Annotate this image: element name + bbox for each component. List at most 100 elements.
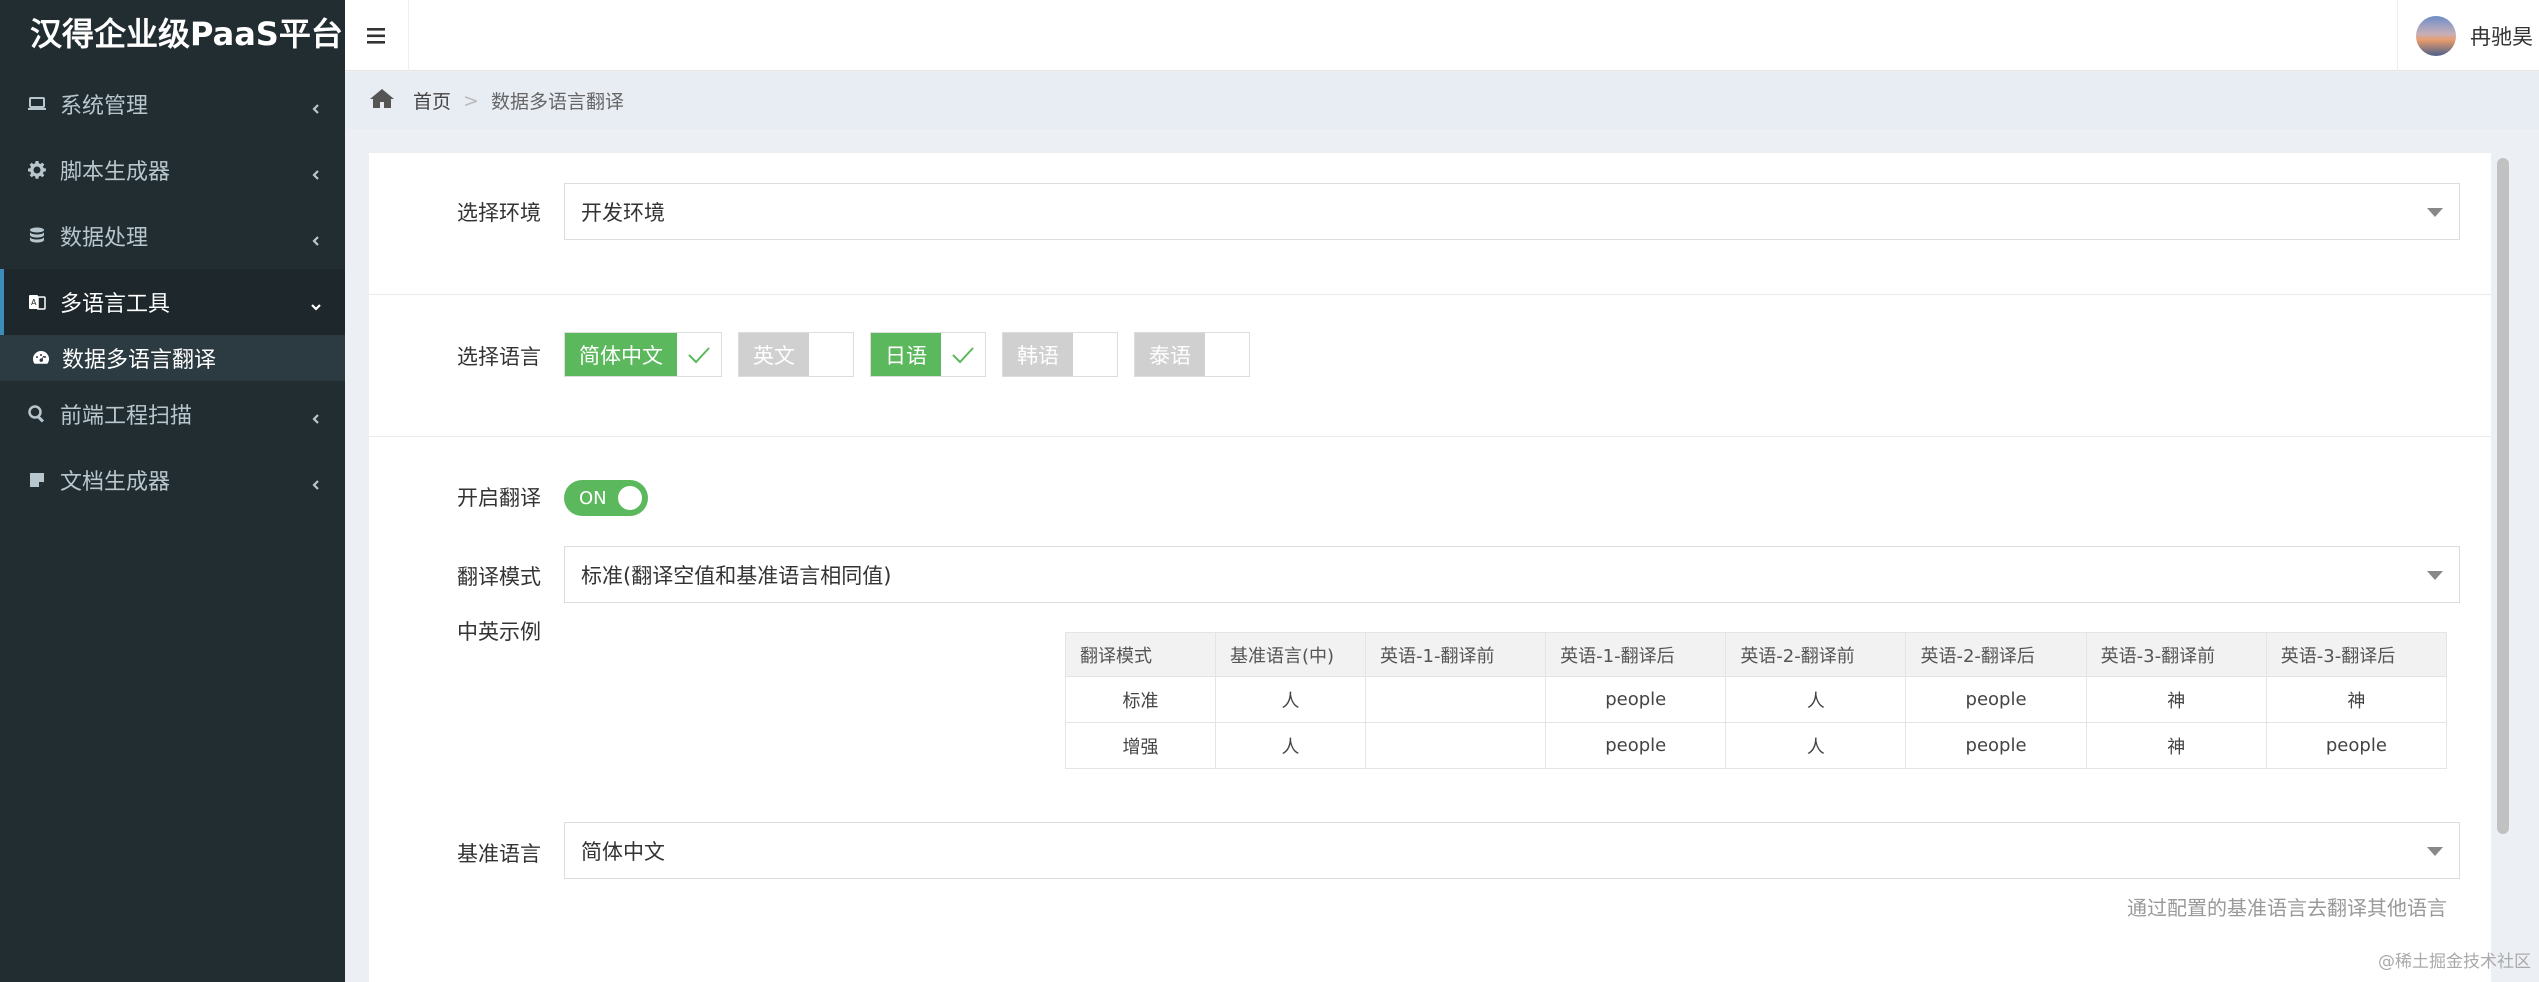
chevron-left-icon <box>309 97 323 114</box>
env-section: 选择环境 开发环境 <box>369 153 2491 295</box>
table-cell: 人 <box>1725 676 1907 723</box>
breadcrumb-separator: > <box>463 89 479 112</box>
sidebar: 汉得企业级PaaS平台 系统管理 脚本生成器 数据处理 A 多语言工具 数据多语… <box>0 0 345 982</box>
table-header-row: 翻译模式 基准语言(中) 英语-1-翻译前 英语-1-翻译后 英语-2-翻译前 … <box>1065 632 2448 677</box>
table-cell: people <box>1545 722 1727 769</box>
sidebar-item-frontend-scan[interactable]: 前端工程扫描 <box>0 381 345 447</box>
sidebar-item-system-management[interactable]: 系统管理 <box>0 71 345 137</box>
empty-check-box <box>1073 333 1117 376</box>
breadcrumb-current: 数据多语言翻译 <box>490 91 624 113</box>
language-checkbox-group: 简体中文 英文 日语 韩语 泰语 <box>564 332 1266 377</box>
table-header: 英语-2-翻译前 <box>1725 632 1907 677</box>
search-icon <box>26 403 48 425</box>
translate-label: 开启翻译 <box>457 486 541 510</box>
watermark: @稀土掘金技术社区 <box>2378 952 2531 972</box>
lang-option-label: 简体中文 <box>565 333 677 376</box>
sidebar-item-data-processing[interactable]: 数据处理 <box>0 203 345 269</box>
sidebar-item-label: 文档生成器 <box>60 470 171 495</box>
table-header: 英语-3-翻译前 <box>2085 632 2267 677</box>
chevron-left-icon <box>309 163 323 180</box>
user-menu[interactable]: 冉驰昊 <box>2397 0 2539 71</box>
lang-option-label: 日语 <box>871 333 941 376</box>
lang-option-ko[interactable]: 韩语 <box>1002 332 1118 377</box>
mode-label: 翻译模式 <box>457 565 541 589</box>
table-header: 英语-1-翻译后 <box>1545 632 1727 677</box>
table-cell: people <box>1905 676 2087 723</box>
table-cell: people <box>1905 722 2087 769</box>
chevron-left-icon <box>309 407 323 424</box>
gear-icon <box>26 159 48 181</box>
lang-option-th[interactable]: 泰语 <box>1134 332 1250 377</box>
example-label: 中英示例 <box>457 620 541 644</box>
example-table: 翻译模式 基准语言(中) 英语-1-翻译前 英语-1-翻译后 英语-2-翻译前 … <box>1065 632 2448 769</box>
database-icon <box>26 225 48 247</box>
dashboard-icon <box>30 347 52 369</box>
table-cell: 人 <box>1725 722 1907 769</box>
username: 冉驰昊 <box>2470 24 2533 49</box>
sidebar-toggle-button[interactable] <box>345 0 409 71</box>
toggle-knob <box>618 486 642 510</box>
table-row: 标准 人 people 人 people 神 神 <box>1065 676 2448 723</box>
lang-option-en[interactable]: 英文 <box>738 332 854 377</box>
chevron-left-icon <box>309 473 323 490</box>
table-cell <box>1364 722 1547 769</box>
table-cell: 神 <box>2085 676 2267 723</box>
sidebar-item-script-generator[interactable]: 脚本生成器 <box>0 137 345 203</box>
table-header: 翻译模式 <box>1065 632 1216 677</box>
env-select[interactable]: 开发环境 <box>564 183 2460 240</box>
mode-select[interactable]: 标准(翻译空值和基准语言相同值) <box>564 546 2460 603</box>
home-icon[interactable] <box>369 87 395 114</box>
sidebar-item-data-translation[interactable]: 数据多语言翻译 <box>0 335 345 381</box>
avatar <box>2416 15 2456 56</box>
table-cell <box>1364 676 1547 723</box>
chevron-down-icon <box>309 295 323 311</box>
mode-select-value: 标准(翻译空值和基准语言相同值) <box>581 563 892 588</box>
lang-option-label: 泰语 <box>1135 333 1205 376</box>
sidebar-item-doc-generator[interactable]: 文档生成器 <box>0 447 345 513</box>
table-cell: 标准 <box>1065 676 1216 723</box>
check-icon <box>677 333 721 376</box>
svg-text:A: A <box>31 298 37 307</box>
translate-toggle[interactable]: ON <box>564 480 648 516</box>
sidebar-item-i18n-tools[interactable]: A 多语言工具 <box>0 269 345 335</box>
translation-form-card: 选择环境 开发环境 选择语言 简体中文 英文 日语 韩语 泰语 开启翻译 ON … <box>368 152 2492 982</box>
caret-down-icon <box>2427 207 2443 217</box>
env-label: 选择环境 <box>457 201 541 225</box>
language-icon: A <box>26 291 48 313</box>
lang-option-ja[interactable]: 日语 <box>870 332 986 377</box>
base-lang-select-value: 简体中文 <box>581 839 665 864</box>
table-header: 英语-1-翻译前 <box>1364 632 1547 677</box>
lang-label: 选择语言 <box>457 345 541 369</box>
table-cell: 人 <box>1215 676 1366 723</box>
table-header: 英语-3-翻译后 <box>2265 632 2448 677</box>
hamburger-icon <box>366 27 385 44</box>
lang-option-label: 英文 <box>739 333 809 376</box>
empty-check-box <box>809 333 853 376</box>
sidebar-item-label: 多语言工具 <box>60 292 171 317</box>
table-cell: people <box>1545 676 1727 723</box>
table-cell: 人 <box>1215 722 1366 769</box>
base-lang-select[interactable]: 简体中文 <box>564 822 2460 879</box>
sidebar-item-label: 系统管理 <box>60 94 149 119</box>
env-select-value: 开发环境 <box>581 200 665 225</box>
sidebar-item-label: 脚本生成器 <box>60 160 171 185</box>
sidebar-item-label: 前端工程扫描 <box>60 404 193 429</box>
lang-option-zh[interactable]: 简体中文 <box>564 332 722 377</box>
sticky-note-icon <box>26 469 48 491</box>
app-title: 汉得企业级PaaS平台 <box>30 15 343 53</box>
table-header: 英语-2-翻译后 <box>1905 632 2087 677</box>
table-cell: people <box>2265 722 2448 769</box>
base-lang-hint: 通过配置的基准语言去翻译其他语言 <box>2127 896 2447 920</box>
table-cell: 神 <box>2265 676 2448 723</box>
top-navbar: 冉驰昊 <box>345 0 2539 71</box>
base-lang-label: 基准语言 <box>457 842 541 866</box>
toggle-state-text: ON <box>579 487 607 509</box>
scrollbar-thumb[interactable] <box>2497 158 2509 834</box>
caret-down-icon <box>2427 570 2443 580</box>
breadcrumb-home-link[interactable]: 首页 <box>413 87 451 114</box>
table-cell: 神 <box>2085 722 2267 769</box>
breadcrumb: 首页 > 数据多语言翻译 <box>345 72 2539 129</box>
sidebar-item-label: 数据处理 <box>60 226 149 251</box>
lang-option-label: 韩语 <box>1003 333 1073 376</box>
table-header: 基准语言(中) <box>1215 632 1366 677</box>
